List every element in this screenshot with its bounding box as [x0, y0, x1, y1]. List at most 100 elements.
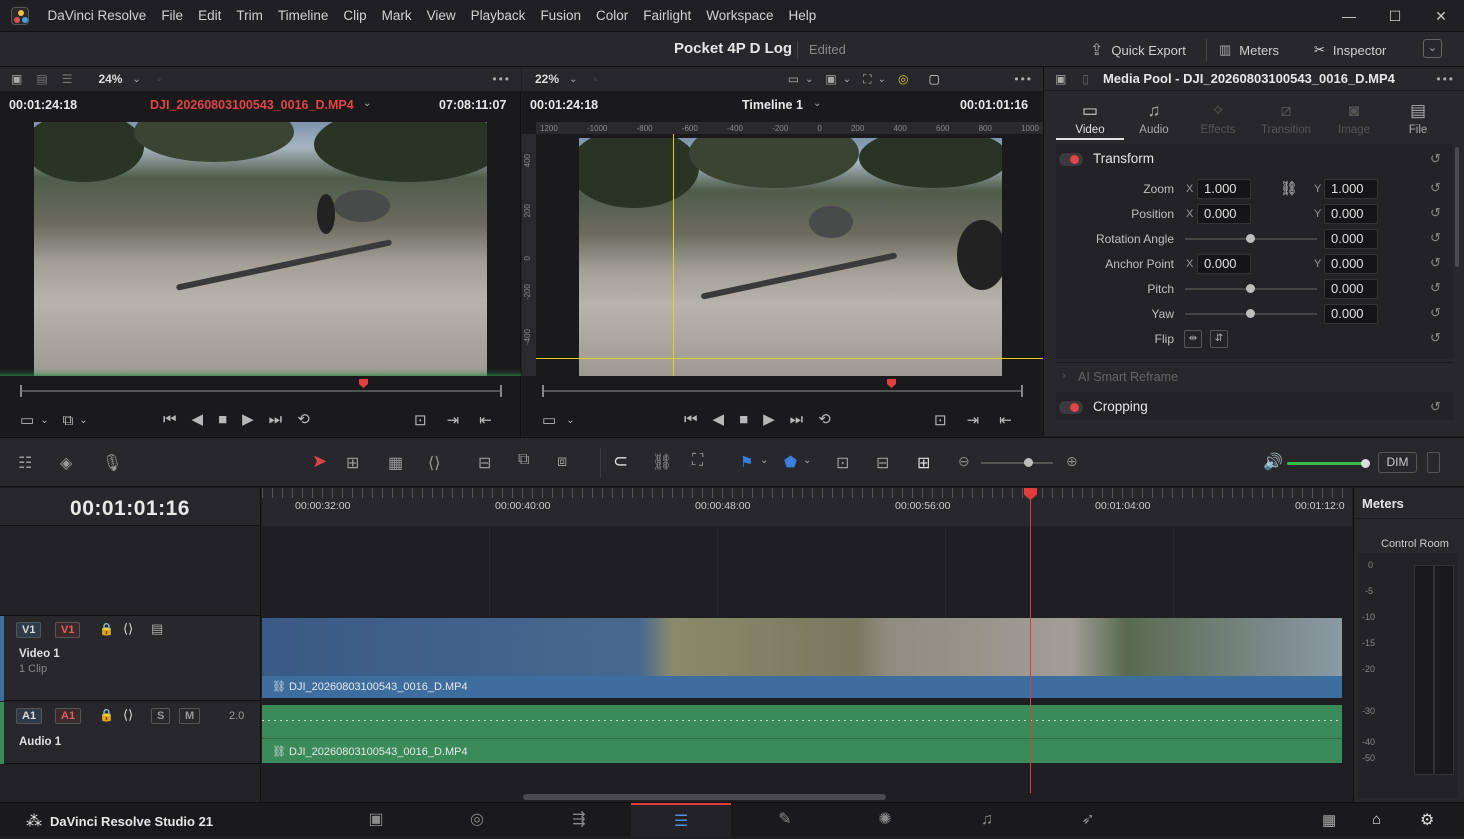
video-track-name[interactable]: Video 1: [19, 648, 60, 660]
jump-start-icon[interactable]: ⏮: [684, 411, 698, 428]
mark-out-icon[interactable]: ⇤: [479, 411, 492, 429]
selection-tool-icon[interactable]: ➤: [312, 451, 327, 472]
mark-out-icon[interactable]: ⇤: [999, 411, 1012, 429]
tab-effects[interactable]: ✧ Effects: [1188, 101, 1248, 136]
chevron-down-icon[interactable]: ⌄: [803, 455, 811, 466]
meters-button[interactable]: ▥ Meters: [1219, 39, 1279, 61]
link-icon[interactable]: ⛓: [652, 452, 672, 472]
menu-trim[interactable]: Trim: [229, 0, 271, 32]
transform-title[interactable]: Transform: [1093, 151, 1154, 166]
reset-icon[interactable]: ↺: [1430, 305, 1441, 321]
jump-end-icon[interactable]: ⏭: [269, 411, 283, 428]
color-wheel-icon[interactable]: ◎: [898, 72, 908, 86]
reset-icon[interactable]: ↺: [1430, 280, 1441, 296]
timeline-view-options-icon[interactable]: ☷: [18, 453, 32, 473]
solo-button[interactable]: S: [151, 708, 171, 724]
transform-toggle[interactable]: [1059, 153, 1083, 166]
flip-vertical-icon[interactable]: ⇵: [1210, 330, 1228, 348]
inspector-button[interactable]: ✂ Inspector: [1314, 39, 1386, 61]
fairlight-page-icon[interactable]: ♫: [937, 803, 1037, 837]
transform-overlay-icon[interactable]: ⛶: [863, 72, 871, 87]
menu-fusion[interactable]: Fusion: [533, 0, 589, 32]
source-scrubber[interactable]: [20, 390, 502, 392]
audio-track-name[interactable]: Audio 1: [19, 736, 61, 748]
tab-image[interactable]: ◙ Image: [1324, 101, 1384, 136]
stop-icon[interactable]: ■: [739, 411, 748, 428]
a1-dest-tag[interactable]: A1: [55, 708, 82, 724]
link-icon[interactable]: ⛓: [1280, 180, 1298, 197]
inspector-scrollbar[interactable]: [1455, 147, 1459, 267]
snapping-icon[interactable]: ⊂: [613, 451, 628, 472]
pitch-knob[interactable]: [1246, 284, 1255, 293]
chevron-down-icon[interactable]: ⌄: [843, 74, 851, 85]
guide-vertical[interactable]: [673, 134, 674, 376]
lock-icon[interactable]: 🔒: [99, 622, 114, 636]
video-clip-thumbnails[interactable]: [262, 618, 1342, 676]
chevron-down-icon[interactable]: ⌄: [813, 98, 821, 109]
menu-workspace[interactable]: Workspace: [699, 0, 781, 32]
close-icon[interactable]: ✕: [1418, 0, 1464, 32]
v1-source-tag[interactable]: V1: [16, 622, 42, 638]
home-icon[interactable]: ⌂: [1372, 811, 1381, 828]
menu-view[interactable]: View: [419, 0, 463, 32]
flip-horizontal-icon[interactable]: ⇹: [1184, 330, 1202, 348]
anchor-x-field[interactable]: 0.000: [1197, 254, 1251, 274]
menu-file[interactable]: File: [154, 0, 191, 32]
quick-export-button[interactable]: ⇪ Quick Export: [1090, 39, 1186, 61]
pitch-field[interactable]: 0.000: [1324, 279, 1378, 299]
menu-fairlight[interactable]: Fairlight: [636, 0, 699, 32]
timeline-name[interactable]: Timeline 1: [742, 98, 803, 112]
flag-icon[interactable]: ⚑: [740, 453, 753, 471]
timeline-scrollbar[interactable]: [523, 794, 886, 800]
more-icon[interactable]: •••: [1014, 72, 1033, 86]
reset-icon[interactable]: ↺: [1430, 230, 1441, 246]
mute-button[interactable]: M: [179, 708, 201, 724]
anchor-y-field[interactable]: 0.000: [1324, 254, 1378, 274]
play-icon[interactable]: ▶: [242, 410, 254, 428]
lock-icon[interactable]: ⛶: [692, 452, 703, 470]
rotation-knob[interactable]: [1246, 234, 1255, 243]
v1-dest-tag[interactable]: V1: [55, 622, 81, 638]
cropping-toggle[interactable]: [1059, 401, 1083, 414]
audio-clip[interactable]: ⛓ DJI_20260803100543_0016_D.MP4: [262, 705, 1342, 763]
edit-page-icon[interactable]: ⇶: [529, 803, 629, 837]
overwrite-clip-icon[interactable]: ⧉: [518, 451, 529, 469]
chevron-down-icon[interactable]: ⌄: [805, 74, 813, 85]
chevron-down-icon[interactable]: ⌄: [878, 74, 886, 85]
zoom-custom-icon[interactable]: ⊞: [917, 453, 930, 473]
expand-icon[interactable]: ⌄: [1423, 39, 1442, 58]
chevron-down-icon[interactable]: ⌄: [760, 455, 768, 466]
zoom-in-icon[interactable]: ⊕: [1066, 453, 1078, 470]
filmstrip-icon[interactable]: ▤: [36, 72, 47, 86]
timeline-ruler[interactable]: 00:00:32:00 00:00:40:00 00:00:48:00 00:0…: [262, 488, 1352, 526]
fusion-page-icon[interactable]: ✎: [735, 803, 835, 837]
auto-select-icon[interactable]: ⟨⟩: [123, 621, 133, 637]
jump-end-icon[interactable]: ⏭: [790, 411, 804, 428]
menu-help[interactable]: Help: [781, 0, 824, 32]
reset-icon[interactable]: ↺: [1430, 255, 1441, 271]
frame-icon[interactable]: ▭: [20, 411, 34, 429]
yaw-knob[interactable]: [1246, 309, 1255, 318]
loop-icon[interactable]: ⟲: [297, 410, 310, 428]
cropping-title[interactable]: Cropping: [1093, 399, 1148, 414]
media-page-icon[interactable]: ▣: [326, 803, 426, 837]
reset-icon[interactable]: ↺: [1430, 205, 1441, 221]
tab-file[interactable]: ▤ File: [1388, 101, 1448, 136]
timeline-zoom[interactable]: 22%: [535, 72, 559, 86]
zoom-out-icon[interactable]: ⊖: [958, 453, 970, 470]
speaker-icon[interactable]: 🔊: [1263, 452, 1283, 472]
maximize-icon[interactable]: ☐: [1372, 0, 1418, 32]
more-icon[interactable]: •••: [492, 72, 511, 86]
lock-icon[interactable]: 🔒: [99, 708, 114, 722]
source-clip-name[interactable]: DJI_20260803100543_0016_D.MP4: [150, 98, 354, 112]
tab-video[interactable]: ▭ Video: [1060, 101, 1120, 136]
auto-select-icon[interactable]: ⟨⟩: [123, 707, 133, 723]
zoom-x-field[interactable]: 1.000: [1197, 179, 1251, 199]
dim-button[interactable]: DIM: [1378, 452, 1417, 473]
source-zoom[interactable]: 24%: [98, 72, 122, 86]
yaw-field[interactable]: 0.000: [1324, 304, 1378, 324]
chevron-down-icon[interactable]: ⌄: [566, 415, 574, 426]
volume-knob[interactable]: [1361, 459, 1370, 468]
ai-reframe-section[interactable]: › AI Smart Reframe: [1056, 362, 1453, 390]
play-reverse-icon[interactable]: ◀: [192, 410, 204, 428]
